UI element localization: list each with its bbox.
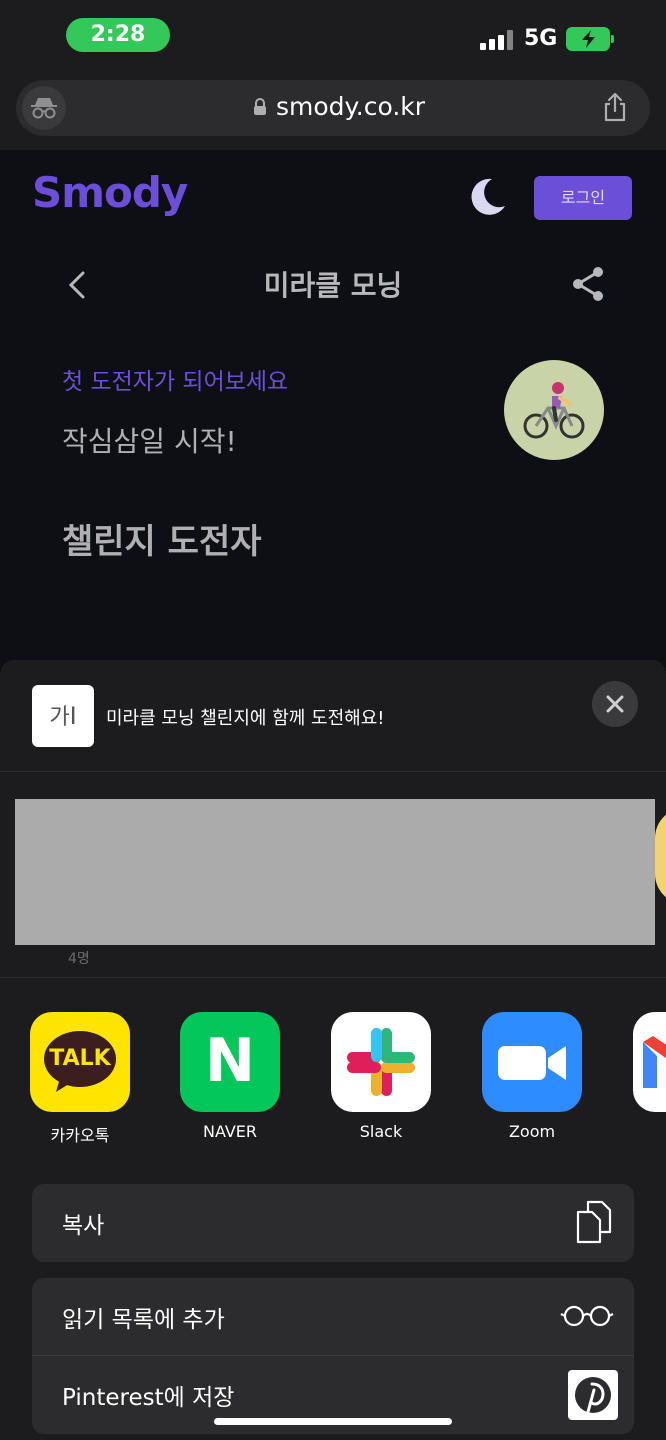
action-label: 읽기 목록에 추가: [62, 1307, 225, 1333]
kakaotalk-icon-text: TALK: [49, 1046, 111, 1071]
incognito-icon[interactable]: [22, 86, 66, 130]
share-app-slack[interactable]: Slack: [331, 1012, 431, 1141]
network-type: 5G: [524, 26, 558, 51]
naver-icon-text: N: [204, 1026, 256, 1096]
share-app-gmail[interactable]: G: [633, 1012, 666, 1141]
app-label: 카카오톡: [50, 1126, 110, 1145]
challenge-subtitle: 첫 도전자가 되어보세요: [62, 369, 289, 395]
share-sheet-header: 가I 미라클 모닝 챌린지에 함께 도전해요!: [0, 660, 666, 772]
close-icon: [606, 695, 624, 713]
share-thumbnail: 가I: [32, 685, 94, 747]
share-app-kakaotalk[interactable]: TALK 카카오톡: [30, 1012, 130, 1146]
share-sheet: 가I 미라클 모닝 챌린지에 함께 도전해요! 4명 TALK 카카오톡 N N…: [0, 660, 666, 1440]
copy-icon: [574, 1200, 614, 1248]
home-indicator[interactable]: [214, 1418, 452, 1425]
action-label: Pinterest에 저장: [62, 1385, 235, 1411]
contact-avatar-partial[interactable]: [655, 808, 666, 904]
url-text: smody.co.kr: [276, 92, 426, 121]
glasses-icon: [560, 1304, 614, 1332]
browser-bar: smody.co.kr: [0, 70, 666, 150]
share-app-naver[interactable]: N NAVER: [180, 1012, 280, 1141]
page-title: 미라클 모닝: [263, 269, 403, 302]
cellular-signal-icon: [480, 30, 514, 50]
web-page: Smody 로그인 미라클 모닝 첫 도전자가 되어보세요 작심삼일 시작! 챌…: [0, 150, 666, 670]
status-bar: 2:28 5G: [0, 0, 666, 80]
share-apps-row: TALK 카카오톡 N NAVER Slack Zoom: [0, 1000, 666, 1150]
action-reading-list[interactable]: 읽기 목록에 추가: [32, 1278, 634, 1356]
status-time: 2:28: [66, 18, 170, 52]
share-title: 미라클 모닝 챌린지에 함께 도전해요!: [106, 708, 385, 729]
share-app-zoom[interactable]: Zoom: [482, 1012, 582, 1141]
slack-icon: [331, 1012, 431, 1112]
app-label: Zoom: [508, 1122, 556, 1141]
challenge-status: 작심삼일 시작!: [62, 425, 237, 458]
action-copy[interactable]: 복사: [32, 1184, 634, 1262]
thumbnail-text: 가: [49, 705, 70, 730]
address-bar[interactable]: smody.co.kr: [16, 80, 650, 136]
pinterest-icon: [568, 1370, 618, 1424]
lock-icon: [253, 98, 267, 120]
gmail-icon: [633, 1012, 666, 1112]
contact-caption: 4명: [68, 951, 90, 967]
challenge-avatar: [504, 360, 604, 460]
zoom-icon: [482, 1012, 582, 1112]
app-label: Slack: [359, 1122, 403, 1141]
section-title-participants: 챌린지 도전자: [62, 522, 262, 562]
smody-logo[interactable]: Smody: [32, 168, 188, 217]
naver-icon: N: [180, 1012, 280, 1112]
share-nodes-icon[interactable]: [570, 266, 606, 306]
login-button[interactable]: 로그인: [534, 176, 632, 220]
contacts-row: 4명: [0, 772, 666, 978]
battery-charging-icon: [566, 27, 614, 51]
contacts-redacted-block: [15, 799, 655, 945]
action-group-copy: 복사: [32, 1184, 634, 1262]
browser-share-icon[interactable]: [602, 92, 628, 126]
cyclist-icon: [522, 378, 586, 446]
action-group-more: 읽기 목록에 추가 Pinterest에 저장: [32, 1278, 634, 1434]
action-label: 복사: [62, 1213, 105, 1239]
dark-mode-moon-icon[interactable]: [466, 176, 508, 222]
kakaotalk-icon: TALK: [30, 1012, 130, 1112]
app-label: G: [633, 1122, 666, 1141]
close-button[interactable]: [592, 681, 638, 727]
app-label: NAVER: [202, 1122, 258, 1141]
